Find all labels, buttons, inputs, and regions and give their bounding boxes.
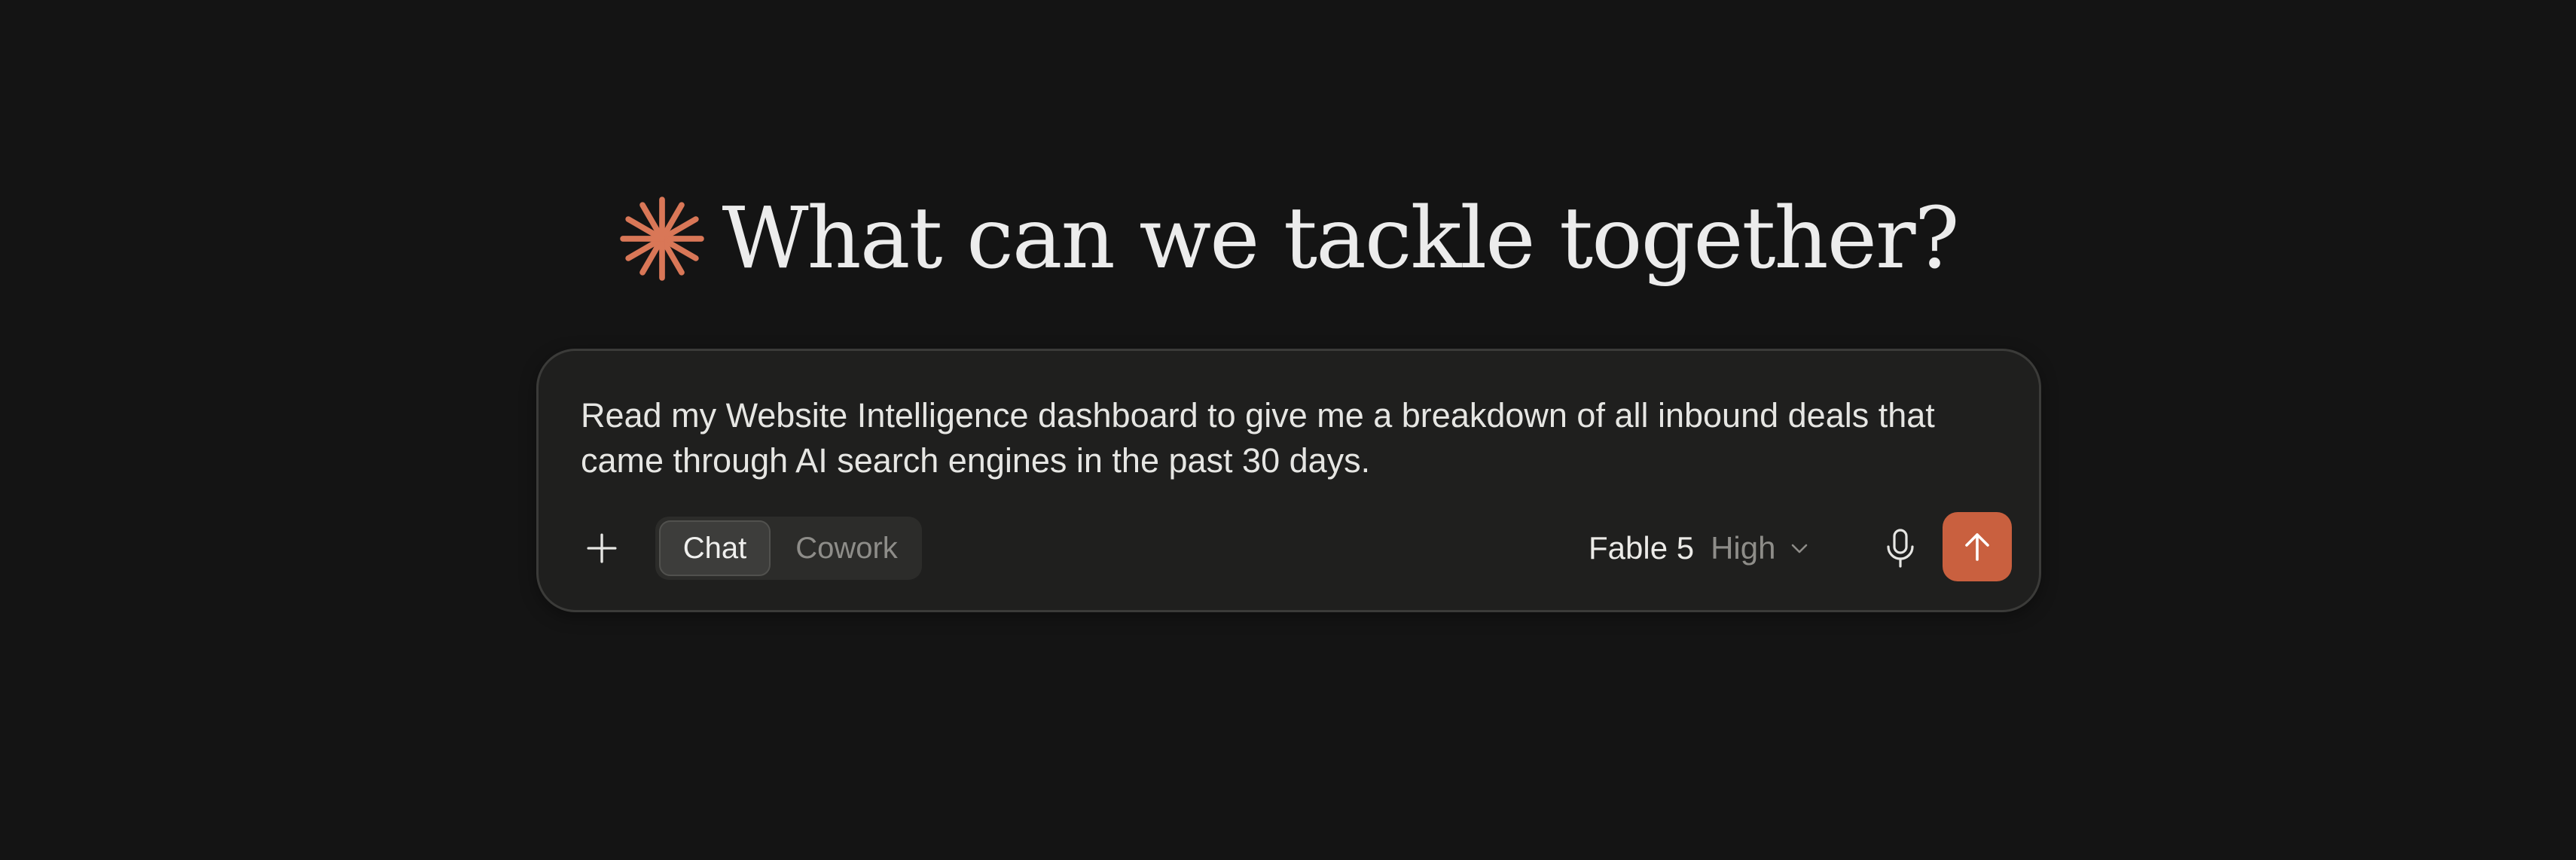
spark-icon bbox=[620, 197, 705, 281]
mode-toggle: Chat Cowork bbox=[655, 517, 922, 580]
mode-cowork-tab[interactable]: Cowork bbox=[775, 520, 918, 576]
add-attachment-button[interactable] bbox=[575, 521, 629, 575]
prompt-input[interactable]: Read my Website Intelligence dashboard t… bbox=[581, 393, 1982, 483]
model-name: Fable 5 bbox=[1589, 530, 1695, 566]
model-selector[interactable]: Fable 5 High bbox=[1589, 517, 1810, 580]
prompt-composer: Read my Website Intelligence dashboard t… bbox=[536, 349, 2041, 612]
greeting: What can we tackle together? bbox=[0, 175, 2576, 303]
microphone-icon bbox=[1887, 529, 1914, 568]
chevron-down-icon bbox=[1792, 544, 1808, 554]
voice-input-button[interactable] bbox=[1869, 517, 1932, 580]
plus-icon bbox=[587, 533, 617, 563]
mode-chat-tab[interactable]: Chat bbox=[659, 520, 771, 576]
arrow-up-icon bbox=[1965, 533, 1989, 561]
composer-toolbar: Chat Cowork Fable 5 High bbox=[539, 512, 2039, 581]
send-button[interactable] bbox=[1943, 512, 2012, 581]
page-title: What can we tackle together? bbox=[722, 190, 1959, 288]
effort-level: High bbox=[1711, 530, 1776, 566]
